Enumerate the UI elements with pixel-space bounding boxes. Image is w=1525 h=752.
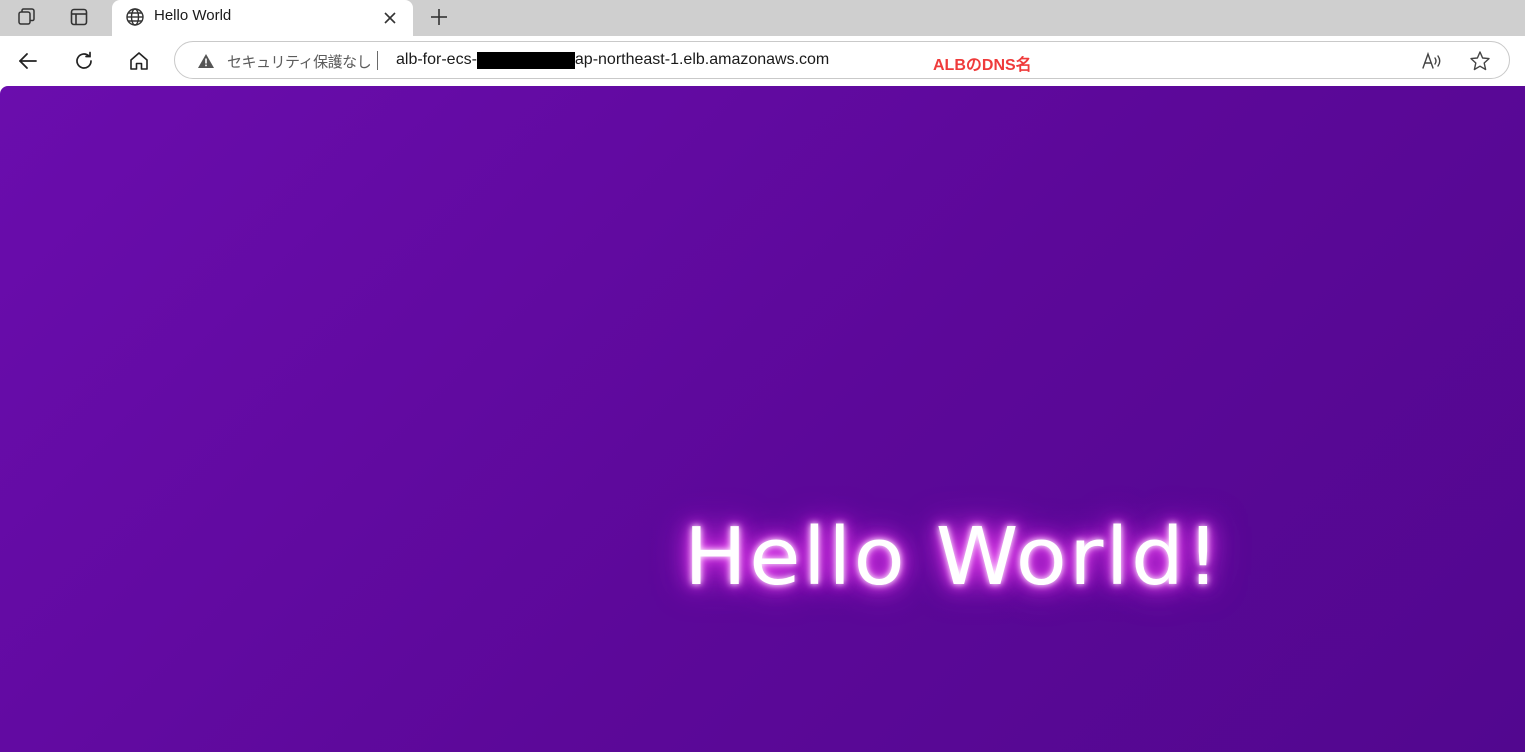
close-icon[interactable] (377, 5, 403, 31)
hello-world-heading: Hello World! (684, 511, 1222, 603)
back-arrow-icon[interactable] (10, 44, 46, 78)
address-separator (377, 51, 378, 70)
url-text[interactable]: alb-for-ecs- ap-northeast-1.elb.amazonaw… (396, 51, 829, 69)
refresh-icon[interactable] (66, 44, 102, 78)
redaction-block (476, 51, 575, 69)
url-suffix: ap-northeast-1.elb.amazonaws.com (574, 51, 830, 68)
security-status-text[interactable]: セキュリティ保護なし (227, 51, 372, 72)
globe-icon (122, 4, 148, 30)
workspaces-icon[interactable] (10, 2, 44, 32)
tab-actions-icon[interactable] (62, 2, 96, 32)
home-icon[interactable] (121, 44, 157, 78)
dns-name-annotation: ALBのDNS名 (933, 57, 1032, 74)
url-prefix: alb-for-ecs- (396, 51, 477, 68)
read-aloud-icon[interactable] (1419, 48, 1445, 74)
warning-icon[interactable] (197, 52, 215, 70)
tab-title: Hello World (154, 7, 232, 24)
browser-toolbar: セキュリティ保護なし alb-for-ecs- ap-northeast-1.e… (0, 36, 1525, 86)
active-tab[interactable]: Hello World (112, 0, 413, 36)
address-bar[interactable]: セキュリティ保護なし alb-for-ecs- ap-northeast-1.e… (174, 41, 1510, 79)
tab-strip: Hello World (0, 0, 1525, 36)
page-viewport: Hello World! (0, 86, 1525, 752)
star-icon[interactable] (1467, 48, 1493, 74)
plus-icon[interactable] (422, 2, 456, 32)
